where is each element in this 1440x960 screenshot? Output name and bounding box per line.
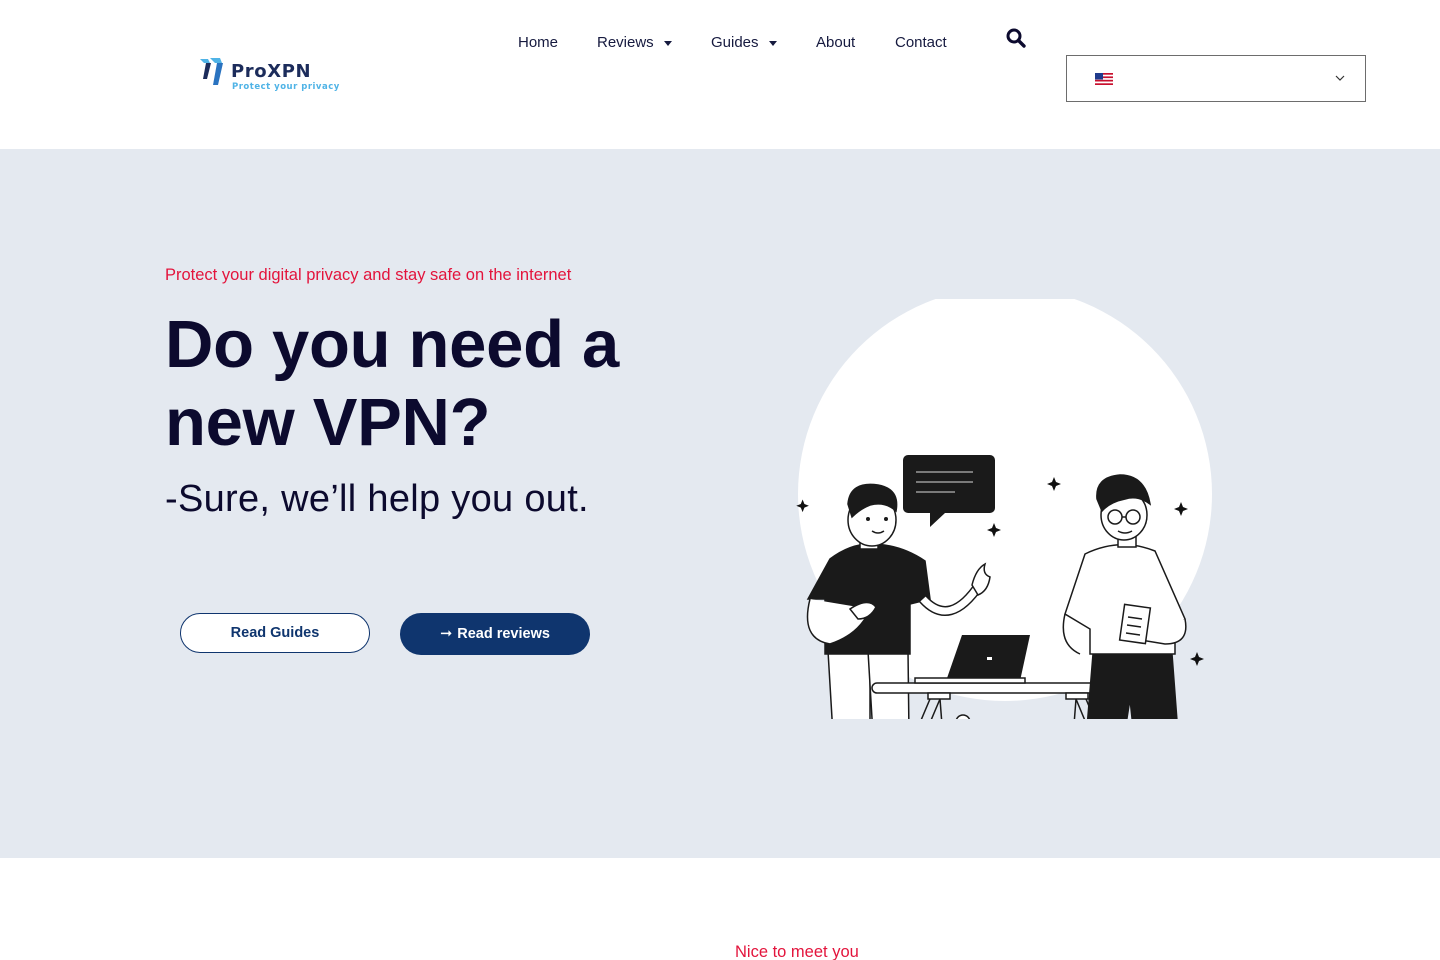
nav-item-label: About [816, 34, 856, 51]
nav-item-label: Home [518, 34, 559, 51]
intro-section: Nice to meet you [0, 858, 1440, 960]
nav-item-home[interactable]: Home [518, 34, 558, 51]
search-button[interactable] [1005, 27, 1027, 49]
nav-item-label: Contact [895, 34, 947, 51]
hero-section: Protect your digital privacy and stay sa… [0, 149, 1440, 858]
read-reviews-button[interactable]: ➞ Read reviews [400, 613, 590, 655]
intro-kicker: Nice to meet you [735, 943, 859, 960]
site-logo[interactable]: ProXPN Protect your privacy [198, 55, 340, 95]
logo-tagline: Protect your privacy [232, 82, 340, 92]
caret-down-icon [663, 40, 672, 46]
chevron-down-icon [1335, 75, 1345, 81]
nav-item-reviews[interactable]: Reviews [597, 34, 672, 51]
language-selector[interactable] [1066, 55, 1366, 102]
nav-item-label: Reviews [597, 34, 654, 51]
logo-name: ProXPN [231, 61, 312, 82]
hero-eyebrow: Protect your digital privacy and stay sa… [165, 266, 572, 284]
nav-item-guides[interactable]: Guides [711, 34, 777, 51]
plant [955, 714, 971, 719]
two-people-with-laptop-illustration [796, 299, 1212, 719]
caret-down-icon [768, 40, 777, 46]
button-label: Read reviews [457, 626, 550, 642]
arrow-right-icon: ➞ [440, 626, 453, 642]
site-header: ProXPN Protect your privacy Home Reviews… [0, 0, 1440, 149]
search-icon [1006, 28, 1026, 48]
button-label: Read Guides [230, 625, 320, 641]
hero-headline: Do you need a new VPN? [165, 307, 620, 460]
nav-item-label: Guides [711, 34, 759, 51]
logo-mark-icon [200, 58, 223, 85]
nav-item-about[interactable]: About [816, 34, 855, 51]
us-flag-icon [1095, 73, 1113, 85]
hero-subheadline: -Sure, we’ll help you out. [165, 478, 589, 520]
read-guides-button[interactable]: Read Guides [180, 613, 370, 653]
nav-item-contact[interactable]: Contact [895, 34, 947, 51]
